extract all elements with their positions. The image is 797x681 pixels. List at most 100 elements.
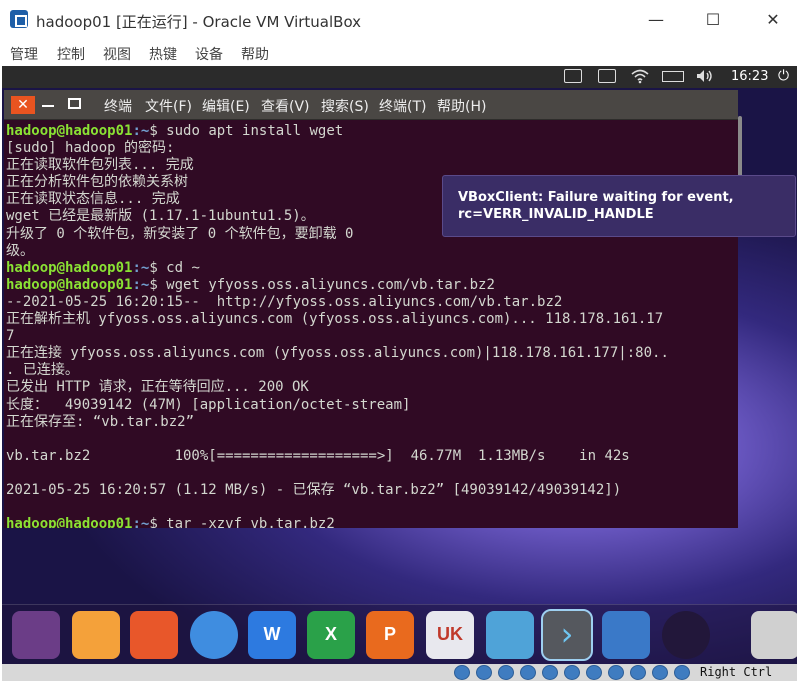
notification-line-2: rc=VERR_INVALID_HANDLE [458, 207, 654, 222]
keyboard-capture-icon[interactable] [674, 665, 690, 680]
terminal-title: 终端 [104, 99, 132, 115]
maximize-button[interactable]: ☐ [690, 6, 736, 34]
menu-devices[interactable]: 设备 [195, 44, 223, 64]
terminal-window[interactable]: ✕ 终端 文件(F) 编辑(E) 查看(V) 搜索(S) 终端(T) 帮助(H)… [4, 90, 738, 528]
prompt-path: : [132, 123, 141, 139]
system-settings-icon[interactable] [602, 611, 650, 659]
terminal-output-line: . 已连接。 [6, 362, 79, 379]
dvd-icon[interactable] [662, 611, 710, 659]
terminal-icon[interactable]: › [541, 609, 593, 661]
terminal-maximize-button[interactable] [68, 98, 81, 109]
close-button[interactable]: ✕ [750, 6, 796, 34]
shared-folders-icon[interactable] [564, 665, 580, 680]
prompt-path: : [132, 259, 141, 276]
display-icon[interactable] [586, 665, 602, 680]
menu-hotkey[interactable]: 热键 [149, 44, 177, 64]
wifi-icon[interactable] [630, 68, 650, 84]
terminal-menu-terminal[interactable]: 终端(T) [379, 96, 426, 116]
cpu-icon[interactable] [630, 665, 646, 680]
prompt-symbol: $ [149, 259, 167, 276]
battery-icon[interactable] [662, 71, 684, 82]
terminal-output-line: 正在保存至: “vb.tar.bz2” [6, 413, 195, 430]
wps-writer-icon[interactable]: W [248, 611, 296, 659]
prompt-symbol: $ [149, 123, 167, 139]
volume-icon[interactable] [696, 69, 714, 83]
ubuntu-kylin-icon[interactable]: UK [426, 611, 474, 659]
terminal-menu-view[interactable]: 查看(V) [261, 96, 310, 116]
terminal-output-line: [sudo] hadoop 的密码: [6, 140, 175, 157]
prompt-user: hadoop@hadoop01 [6, 516, 133, 528]
prompt-user: hadoop@hadoop01 [6, 123, 133, 139]
terminal-menu-edit[interactable]: 编辑(E) [202, 96, 250, 116]
hard-disk-icon[interactable] [454, 665, 470, 680]
prompt-symbol: $ [149, 276, 167, 293]
terminal-menu-search[interactable]: 搜索(S) [321, 96, 369, 116]
prompt-path: : [132, 276, 141, 293]
optical-drive-icon[interactable] [476, 665, 492, 680]
menu-view[interactable]: 视图 [103, 44, 131, 64]
mouse-integration-icon[interactable] [652, 665, 668, 680]
menu-manage[interactable]: 管理 [10, 44, 38, 64]
ubuntu-launcher-icon[interactable] [12, 611, 60, 659]
keyboard-layout-icon[interactable] [598, 69, 616, 83]
software-center-icon[interactable] [486, 611, 534, 659]
wps-spreadsheet-label: X [324, 624, 337, 644]
power-icon[interactable]: ⏻ [778, 68, 789, 84]
command-text: tar -xzvf vb.tar.bz2 [166, 516, 335, 528]
terminal-prompt-line: hadoop@hadoop01:~$ cd ~ [6, 260, 738, 277]
chromium-icon[interactable] [190, 611, 238, 659]
terminal-menu-file[interactable]: 文件(F) [145, 96, 192, 116]
prompt-user: hadoop@hadoop01 [6, 276, 133, 293]
wps-writer-label: W [263, 624, 281, 644]
keyboard-icon[interactable] [564, 69, 582, 83]
host-key-label: Right Ctrl [700, 665, 773, 679]
audio-icon[interactable] [498, 665, 514, 680]
virtualbox-window: hadoop01 [正在运行] - Oracle VM VirtualBox —… [0, 0, 797, 681]
prompt-symbol: $ [149, 516, 167, 528]
command-text: cd ~ [166, 259, 200, 276]
terminal-close-button[interactable]: ✕ [11, 96, 35, 114]
vm-status-bar: Right Ctrl [2, 664, 797, 681]
terminal-output-line: vb.tar.bz2 100%[===================>] 46… [6, 447, 630, 464]
video-capture-icon[interactable] [608, 665, 624, 680]
firefox-icon[interactable] [130, 611, 178, 659]
command-text: wget yfyoss.oss.aliyuncs.com/vb.tar.bz2 [166, 276, 495, 293]
virtualbox-logo-icon [10, 10, 28, 28]
terminal-output-line: 正在连接 yfyoss.oss.aliyuncs.com (yfyoss.oss… [6, 345, 669, 362]
wps-presentation-label: P [383, 624, 396, 644]
terminal-output-line: 正在解析主机 yfyoss.oss.aliyuncs.com (yfyoss.o… [6, 311, 664, 328]
terminal-output-line: 已发出 HTTP 请求，正在等待回应... 200 OK [6, 379, 309, 396]
clock[interactable]: 16:23 [731, 69, 768, 84]
trash-icon[interactable] [751, 611, 797, 659]
wps-spreadsheet-icon[interactable]: X [307, 611, 355, 659]
window-title: hadoop01 [正在运行] - Oracle VM VirtualBox [36, 13, 362, 31]
menu-control[interactable]: 控制 [57, 44, 85, 64]
title-bar: hadoop01 [正在运行] - Oracle VM VirtualBox —… [0, 0, 797, 40]
menu-help[interactable]: 帮助 [241, 44, 269, 64]
notification-text: VBoxClient: Failure waiting for event, r… [458, 189, 734, 223]
host-menu-bar: 管理 控制 视图 热键 设备 帮助 [0, 40, 797, 66]
prompt-user: hadoop@hadoop01 [6, 259, 133, 276]
terminal-output-line: 级。 [6, 242, 34, 259]
terminal-chevron-glyph: › [560, 615, 574, 653]
wps-presentation-icon[interactable]: P [366, 611, 414, 659]
usb-icon[interactable] [542, 665, 558, 680]
terminal-minimize-button[interactable] [42, 105, 54, 107]
terminal-output-line: 正在读取软件包列表... 完成 [6, 157, 194, 174]
terminal-header: ✕ 终端 文件(F) 编辑(E) 查看(V) 搜索(S) 终端(T) 帮助(H) [4, 90, 738, 120]
terminal-menu-help[interactable]: 帮助(H) [437, 96, 486, 116]
terminal-output-line: --2021-05-25 16:20:15-- http://yfyoss.os… [6, 293, 563, 310]
vboxclient-notification[interactable]: VBoxClient: Failure waiting for event, r… [442, 175, 796, 237]
network-icon[interactable] [520, 665, 536, 680]
guest-top-panel: 16:23 ⏻ [2, 66, 797, 88]
notification-line-1: VBoxClient: Failure waiting for event, [458, 190, 734, 205]
minimize-button[interactable]: — [633, 6, 679, 34]
terminal-output-line: 7 [6, 328, 15, 345]
terminal-output-line: 2021-05-25 16:20:57 (1.12 MB/s) - 已保存 “v… [6, 481, 622, 498]
terminal-prompt-line: hadoop@hadoop01:~$ tar -xzvf vb.tar.bz2 [6, 516, 738, 528]
files-icon[interactable] [72, 611, 120, 659]
guest-screen: 16:23 ⏻ ✕ 终端 文件(F) 编辑(E) 查看(V) 搜索(S) 终端(… [2, 66, 797, 681]
prompt-path: : [132, 516, 141, 528]
